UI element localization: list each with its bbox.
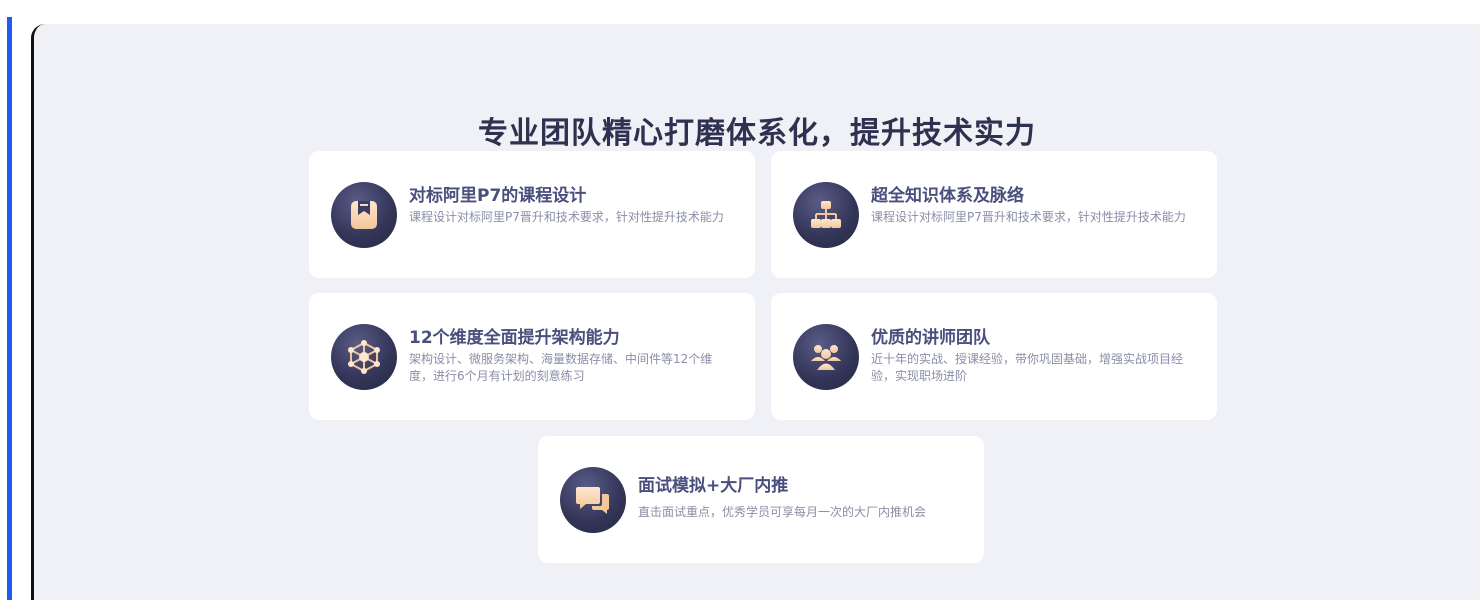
feature-card-interview: 面试模拟+大厂内推 直击面试重点，优秀学员可享每月一次的大厂内推机会 bbox=[538, 436, 984, 563]
left-accent-bar bbox=[7, 17, 12, 600]
card-description: 直击面试重点，优秀学员可享每月一次的大厂内推机会 bbox=[638, 505, 927, 519]
card-title: 面试模拟+大厂内推 bbox=[638, 476, 789, 496]
feature-card-knowledge-system: 超全知识体系及脉络 课程设计对标阿里P7晋升和技术要求，针对性提升技术能力 bbox=[771, 151, 1217, 278]
card-title: 对标阿里P7的课程设计 bbox=[409, 186, 587, 206]
card-description: 架构设计、微服务架构、海量数据存储、中间件等12个维度，进行6个月有计划的刻意练… bbox=[409, 352, 713, 383]
feature-card-course-design: 对标阿里P7的课程设计 课程设计对标阿里P7晋升和技术要求，针对性提升技术能力 bbox=[309, 151, 755, 278]
hierarchy-icon bbox=[793, 182, 859, 248]
feature-card-architecture: 12个维度全面提升架构能力 架构设计、微服务架构、海量数据存储、中间件等12个维… bbox=[309, 293, 755, 420]
page-title: 专业团队精心打磨体系化，提升技术实力 bbox=[478, 116, 1036, 151]
network-icon bbox=[331, 324, 397, 390]
feature-card-instructors: 优质的讲师团队 近十年的实战、授课经验，带你巩固基础，增强实战项目经验，实现职场… bbox=[771, 293, 1217, 420]
card-title: 12个维度全面提升架构能力 bbox=[409, 328, 620, 348]
bookmark-icon bbox=[331, 182, 397, 248]
team-icon bbox=[793, 324, 859, 390]
card-title: 超全知识体系及脉络 bbox=[871, 186, 1024, 206]
chat-icon bbox=[560, 467, 626, 533]
card-description: 课程设计对标阿里P7晋升和技术要求，针对性提升技术能力 bbox=[409, 210, 724, 224]
card-description: 课程设计对标阿里P7晋升和技术要求，针对性提升技术能力 bbox=[871, 210, 1186, 224]
card-title: 优质的讲师团队 bbox=[871, 328, 990, 348]
card-description: 近十年的实战、授课经验，带你巩固基础，增强实战项目经验，实现职场进阶 bbox=[871, 352, 1184, 383]
features-panel: 专业团队精心打磨体系化，提升技术实力 对标阿里P7的课程设计 课程设计对标阿里P… bbox=[31, 24, 1480, 600]
